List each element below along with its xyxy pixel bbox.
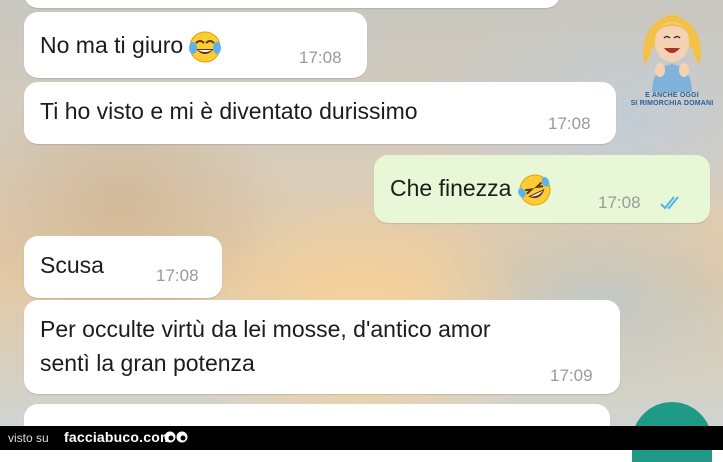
footer-prefix: visto su [8,431,49,445]
message-text: No ma ti giuro [40,28,223,64]
message-time: 17:08 [548,114,591,133]
message-bubble-2[interactable]: Ti ho visto e mi è diventato durissimo 1… [24,82,616,144]
face-with-tears-of-joy-icon [189,31,222,63]
cartoon-woman-icon [643,14,701,92]
message-time: 17:08 [299,48,342,67]
rolling-on-the-floor-laughing-icon [518,174,551,206]
watermark-sticker: E ANCHE OGGI SI RIMORCHIA DOMANI [630,4,714,114]
message-text: Scusa [40,252,104,278]
message-bubble-1[interactable]: No ma ti giuro 17:08 [24,12,367,78]
sticker-caption-line-2: SI RIMORCHIA DOMANI [630,100,714,107]
message-bubble-5[interactable]: Per occulte virtù da lei mosse, d'antico… [24,300,620,394]
googly-eyes-icon [164,431,188,443]
read-receipt-icon [660,196,679,210]
message-time: 17:08 [156,266,199,285]
message-text-line-1: Per occulte virtù da lei mosse, d'antico… [40,316,491,342]
message-bubble-partial-top[interactable] [24,0,560,8]
message-text-line-2: sentì la gran potenza [40,350,255,376]
message-text: Ti ho visto e mi è diventato durissimo [40,98,418,124]
message-time: 17:09 [550,366,593,385]
footer-brand-link[interactable]: facciabuco.com [64,429,173,445]
message-text: Che finezza [390,171,553,207]
site-footer-bar: visto su facciabuco.com [0,426,723,450]
sticker-caption-line-1: E ANCHE OGGI [645,92,699,99]
message-bubble-3[interactable]: Che finezza 17:08 [374,155,710,223]
message-bubble-4[interactable]: Scusa 17:08 [24,236,222,298]
message-time: 17:08 [598,193,641,212]
